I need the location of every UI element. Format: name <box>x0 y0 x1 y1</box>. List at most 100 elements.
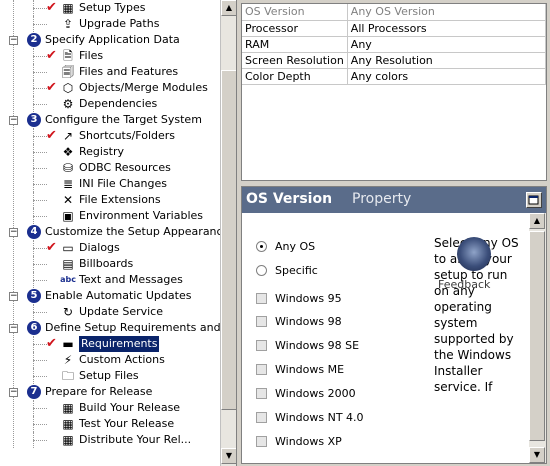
grid-key-cell[interactable]: RAM <box>242 36 348 53</box>
scroll-down-icon[interactable]: ▼ <box>221 448 236 464</box>
odbc-icon: ⛁ <box>62 161 74 175</box>
tree-item-label: Dependencies <box>79 97 158 110</box>
grid-key-cell[interactable]: OS Version <box>242 4 348 21</box>
tree-item[interactable]: ▦ Test Your Release <box>0 416 220 432</box>
dependencies-icon: ⚙ <box>62 97 74 111</box>
grid-value-cell[interactable]: Any OS Version <box>347 4 547 21</box>
tree-item[interactable]: ✔ 🗎 Files <box>0 48 220 64</box>
tree-step-3[interactable]: −3 Configure the Target System <box>0 112 220 128</box>
update-service-icon: ↻ <box>62 305 74 319</box>
tree-item-label: INI File Changes <box>79 177 167 190</box>
tree-step-7[interactable]: −7 Prepare for Release <box>0 384 220 400</box>
radio-button[interactable] <box>256 241 267 252</box>
registry-icon: ❖ <box>62 145 74 159</box>
tree-item[interactable]: 🗐 Files and Features <box>0 64 220 80</box>
property-panel: OS Version Property Any OS Specific Window… <box>241 186 547 464</box>
property-title: OS Version <box>246 191 333 207</box>
tree-step-label: Enable Automatic Updates <box>45 289 192 302</box>
grid-key-cell[interactable]: Screen Resolution <box>242 52 348 69</box>
tree-item[interactable]: ❖ Registry <box>0 144 220 160</box>
grid-value-cell[interactable]: Any Resolution <box>347 52 547 69</box>
collapse-icon[interactable]: − <box>9 116 18 125</box>
files-icon: 🗎 <box>63 49 73 63</box>
property-scrollbar[interactable]: ▲ ▼ <box>529 213 546 463</box>
tree-step-label: Specify Application Data <box>45 33 180 46</box>
tree-item[interactable]: ↻ Update Service <box>0 304 220 320</box>
radio-button[interactable] <box>256 265 267 276</box>
step-number-badge: 5 <box>27 289 41 303</box>
collapse-icon[interactable]: − <box>9 292 18 301</box>
tree-item[interactable]: 🗀 Setup Files <box>0 368 220 384</box>
tree-item[interactable]: ✕ File Extensions <box>0 192 220 208</box>
tree-item[interactable]: ⚡ Custom Actions <box>0 352 220 368</box>
tree-item-label: Shortcuts/Folders <box>79 129 176 142</box>
tree-branch-line <box>33 152 47 153</box>
requirements-icon: ▬ <box>62 337 74 351</box>
checkbox[interactable] <box>256 340 267 351</box>
tree-step-6[interactable]: −6 Define Setup Requirements and Acti <box>0 320 236 336</box>
grid-header-row[interactable]: OS Version Any OS Version <box>242 4 547 21</box>
build-release-icon: ▦ <box>62 401 74 415</box>
tree-item-label: Environment Variables <box>79 209 204 222</box>
feedback-label[interactable]: Feedback <box>438 278 490 291</box>
tree-branch-line <box>33 424 47 425</box>
tree-item[interactable]: ✔ ↗ Shortcuts/Folders <box>0 128 220 144</box>
grid-row[interactable]: Color Depth Any colors <box>242 68 547 85</box>
tree-step-5[interactable]: −5 Enable Automatic Updates <box>0 288 220 304</box>
collapse-icon[interactable]: − <box>9 388 18 397</box>
property-header: OS Version Property <box>242 187 546 213</box>
collapse-icon[interactable]: − <box>9 324 18 333</box>
grid-key-cell[interactable]: Color Depth <box>242 68 348 85</box>
grid-row[interactable]: Screen Resolution Any Resolution <box>242 52 547 69</box>
tree-item[interactable]: ≣ INI File Changes <box>0 176 220 192</box>
checkbox-label: Windows 2000 <box>275 387 356 400</box>
scroll-up-icon[interactable]: ▲ <box>221 0 236 16</box>
grid-value-cell[interactable]: Any <box>347 36 547 53</box>
property-options-button[interactable] <box>526 192 542 208</box>
grid-value-cell[interactable]: All Processors <box>347 20 547 37</box>
checkbox-label: Windows 98 SE <box>275 339 360 352</box>
prop-scroll-thumb[interactable] <box>529 231 545 441</box>
grid-key-cell[interactable]: Processor <box>242 20 348 37</box>
collapse-icon[interactable]: − <box>9 36 18 45</box>
project-tree[interactable]: ✔ ▦ Setup Types ⇪ Upgrade Paths −2 Specify App… <box>0 0 237 466</box>
grid-value-cell[interactable]: Any colors <box>347 68 547 85</box>
tree-item[interactable]: ✔ ⬡ Objects/Merge Modules <box>0 80 220 96</box>
tree-item[interactable]: ⚙ Dependencies <box>0 96 220 112</box>
feedback-icon[interactable] <box>457 237 491 271</box>
prop-scroll-down-icon[interactable]: ▼ <box>529 447 545 463</box>
tree-branch-line <box>33 200 47 201</box>
file-extensions-icon: ✕ <box>62 193 74 207</box>
tree-item[interactable]: ⛁ ODBC Resources <box>0 160 220 176</box>
tree-item[interactable]: ✔ ▦ Setup Types <box>0 0 220 16</box>
collapse-icon[interactable]: − <box>9 228 18 237</box>
tree-item[interactable]: ▦ Distribute Your Rel... <box>0 432 220 448</box>
tree-step-label: Customize the Setup Appearance <box>45 225 230 238</box>
tree-item[interactable]: ✔ ▬ Requirements <box>0 336 220 352</box>
checkbox[interactable] <box>256 388 267 399</box>
setup-types-icon: ▦ <box>62 1 74 15</box>
prop-scroll-up-icon[interactable]: ▲ <box>529 213 545 229</box>
tree-item[interactable]: ⇪ Upgrade Paths <box>0 16 220 32</box>
checkbox[interactable] <box>256 412 267 423</box>
checkbox[interactable] <box>256 364 267 375</box>
tree-scroll-thumb[interactable] <box>221 70 236 410</box>
step-number-badge: 4 <box>27 225 41 239</box>
tree-item[interactable]: abc Text and Messages <box>0 272 220 288</box>
tree-item[interactable]: ▦ Build Your Release <box>0 400 220 416</box>
tree-item[interactable]: ✔ ▭ Dialogs <box>0 240 220 256</box>
tree-item-label: Files and Features <box>79 65 179 78</box>
tree-step-4[interactable]: −4 Customize the Setup Appearance <box>0 224 229 240</box>
grid-row[interactable]: RAM Any <box>242 36 547 53</box>
checkbox[interactable] <box>256 293 267 304</box>
tree-branch-line <box>33 24 47 25</box>
tree-step-2[interactable]: −2 Specify Application Data <box>0 32 220 48</box>
tree-branch-line <box>33 248 47 249</box>
tree-item[interactable]: ▤ Billboards <box>0 256 220 272</box>
checkbox[interactable] <box>256 316 267 327</box>
checkbox[interactable] <box>256 436 267 447</box>
tree-item[interactable]: ▣ Environment Variables <box>0 208 220 224</box>
tree-scrollbar[interactable]: ▲ ▼ <box>220 0 236 466</box>
checkmark-icon: ✔ <box>46 128 57 143</box>
grid-row[interactable]: Processor All Processors <box>242 20 547 37</box>
